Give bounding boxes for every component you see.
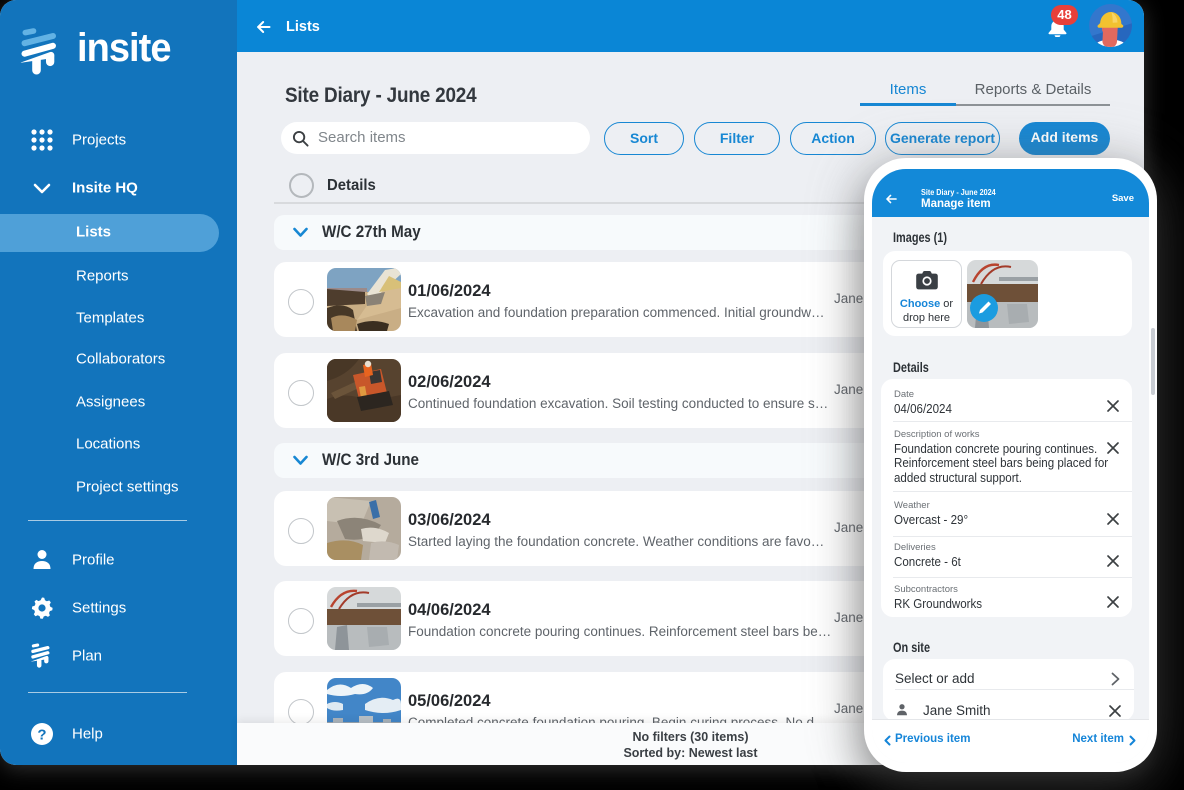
svg-text:?: ? [37,727,46,744]
